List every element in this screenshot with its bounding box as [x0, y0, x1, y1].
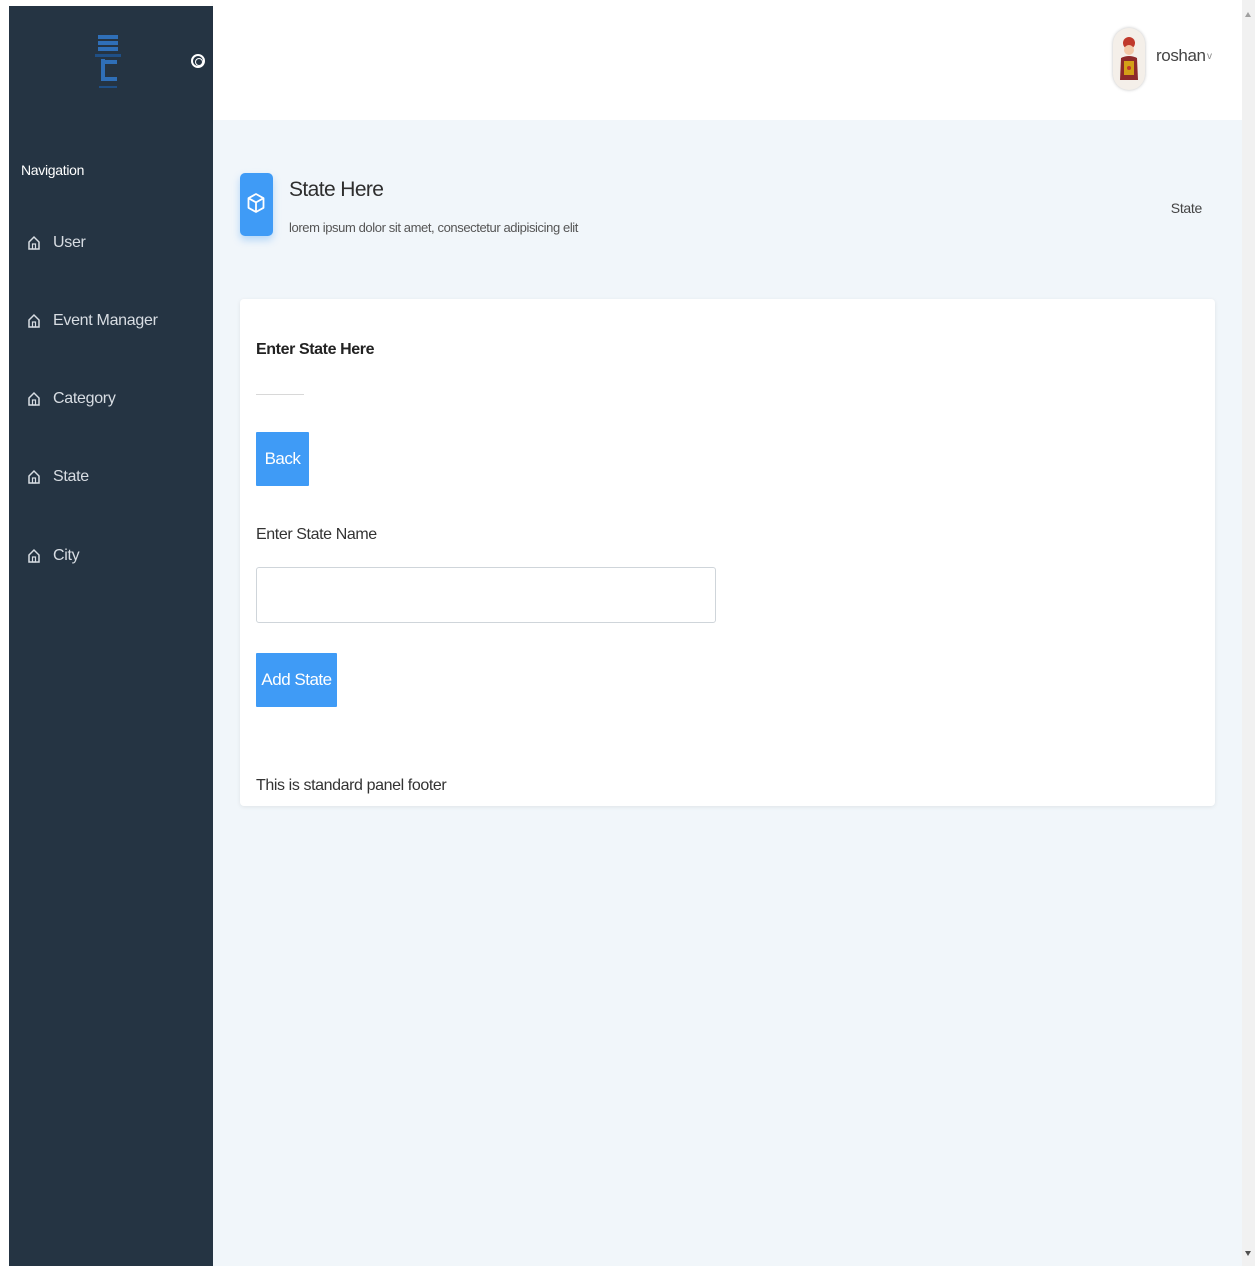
panel-divider: [256, 394, 304, 395]
user-name[interactable]: roshan: [1156, 46, 1206, 66]
scroll-up-arrow-icon[interactable]: [1245, 12, 1251, 17]
sidebar-item-city[interactable]: City: [27, 541, 80, 571]
home-icon: [28, 313, 40, 328]
sidebar-item-category[interactable]: Category: [27, 384, 116, 414]
sidebar-header: [9, 6, 213, 120]
panel-footer: This is standard panel footer: [256, 777, 447, 794]
state-name-label: Enter State Name: [256, 526, 377, 543]
panel-title: Enter State Here: [256, 341, 375, 358]
sidebar-item-label: Category: [53, 390, 116, 407]
main-content: State Here lorem ipsum dolor sit amet, c…: [213, 120, 1242, 1266]
sidebar-item-label: Event Manager: [53, 312, 158, 329]
sidebar: Navigation User Event Manager Category S…: [9, 6, 213, 1266]
breadcrumb[interactable]: State: [1171, 200, 1203, 216]
home-icon: [28, 235, 40, 250]
brand-logo[interactable]: [93, 32, 123, 94]
add-state-button[interactable]: Add State: [256, 653, 337, 707]
back-button[interactable]: Back: [256, 432, 309, 486]
scroll-down-arrow-icon[interactable]: [1245, 1251, 1251, 1256]
sidebar-item-user[interactable]: User: [27, 228, 86, 258]
nav-heading: Navigation: [21, 162, 85, 178]
sidebar-toggle-icon[interactable]: [191, 54, 205, 68]
page-header-icon: [240, 173, 273, 236]
sidebar-item-label: City: [53, 547, 80, 564]
home-icon: [28, 469, 40, 484]
page-scrollbar[interactable]: [1242, 0, 1255, 1266]
user-avatar[interactable]: [1113, 28, 1145, 90]
home-icon: [28, 391, 40, 406]
sidebar-item-state[interactable]: State: [27, 462, 89, 492]
sidebar-item-label: User: [53, 234, 86, 251]
sidebar-item-label: State: [53, 468, 89, 485]
home-icon: [28, 548, 40, 563]
chevron-down-icon[interactable]: v: [1207, 51, 1212, 62]
state-name-input[interactable]: [256, 567, 716, 623]
page-subtitle: lorem ipsum dolor sit amet, consectetur …: [289, 220, 579, 235]
page-title: State Here: [289, 178, 384, 201]
top-bar: [213, 0, 1242, 120]
state-form-panel: Enter State Here Back Enter State Name A…: [240, 299, 1215, 806]
sidebar-item-event-manager[interactable]: Event Manager: [27, 306, 158, 336]
cube-icon: [247, 193, 265, 213]
